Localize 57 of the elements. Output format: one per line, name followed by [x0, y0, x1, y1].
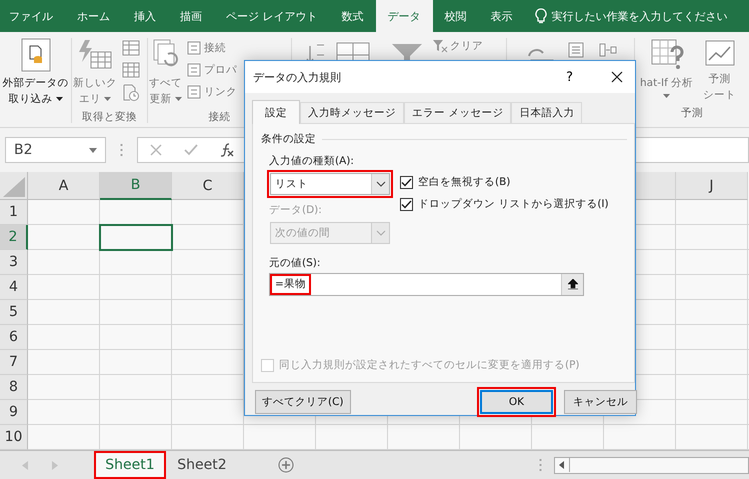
- ribbon-tab[interactable]: 校閲: [432, 0, 478, 32]
- ok-button[interactable]: OK: [480, 390, 553, 414]
- dialog-tab[interactable]: エラー メッセージ: [404, 102, 512, 123]
- dialog-tab[interactable]: 入力時メッセージ: [300, 102, 404, 123]
- row-header[interactable]: 3: [0, 250, 28, 275]
- allow-dropdown[interactable]: リスト: [270, 173, 390, 195]
- row-header[interactable]: 8: [0, 375, 28, 400]
- get-external-data-button[interactable]: 外部データの 取り込み: [0, 38, 71, 107]
- sheet-tab[interactable]: Sheet2: [166, 451, 238, 479]
- checkbox-label: 同じ入力規則が設定されたすべてのセルに変更を適用する(P): [279, 358, 580, 372]
- help-button[interactable]: ?: [562, 70, 577, 84]
- tell-me-field[interactable]: 実行したい作業を入力してください: [524, 0, 728, 32]
- dialog-tab[interactable]: 設定: [252, 100, 300, 124]
- name-box[interactable]: B2: [5, 137, 106, 163]
- section-heading: 条件の設定: [261, 132, 316, 146]
- column-header[interactable]: C: [172, 172, 244, 200]
- row-header[interactable]: 4: [0, 275, 28, 300]
- ribbon-small-button[interactable]: プロパ: [187, 62, 237, 78]
- field-label: データ(D):: [268, 203, 323, 218]
- ribbon-tab[interactable]: 表示: [478, 0, 524, 32]
- row-header[interactable]: 9: [0, 400, 28, 425]
- ribbon-small-button[interactable]: 接続: [187, 40, 237, 56]
- row-header[interactable]: 5: [0, 300, 28, 325]
- new-query-button[interactable]: 新しいク エリ: [72, 38, 118, 107]
- column-header[interactable]: B: [100, 172, 172, 200]
- group-label: 取得と変換: [82, 110, 137, 125]
- ribbon-tab[interactable]: ファイル: [0, 0, 65, 32]
- dialog-tab[interactable]: 日本語入力: [511, 102, 582, 123]
- row-header[interactable]: 7: [0, 350, 28, 375]
- cancel-button[interactable]: キャンセル: [564, 390, 637, 414]
- column-header[interactable]: A: [28, 172, 100, 200]
- checkbox-label: ドロップダウン リストから選択する(I): [418, 197, 609, 211]
- source-field[interactable]: =果物: [269, 273, 584, 296]
- group-label: 接続: [208, 110, 230, 125]
- sheet-tab[interactable]: Sheet1: [94, 451, 166, 479]
- field-label: 元の値(S):: [268, 256, 322, 271]
- clear-filter-button[interactable]: クリア: [432, 38, 483, 54]
- refresh-all-button[interactable]: すべて 更新: [148, 38, 183, 107]
- row-header[interactable]: 1: [0, 200, 28, 225]
- ribbon-tab[interactable]: 数式: [330, 0, 376, 32]
- group-label: 予測: [681, 106, 703, 121]
- dialog-title: データの入力規則: [253, 70, 342, 84]
- row-header[interactable]: 6: [0, 325, 28, 350]
- ribbon-small-button[interactable]: リンク: [187, 84, 237, 100]
- column-header[interactable]: J: [676, 172, 748, 200]
- ribbon-tab[interactable]: データ: [376, 0, 432, 32]
- ribbon-tab[interactable]: 挿入: [122, 0, 168, 32]
- ribbon-tab[interactable]: ページ レイアウト: [214, 0, 330, 32]
- ribbon-tab[interactable]: 描画: [168, 0, 214, 32]
- ribbon-tab[interactable]: ホーム: [65, 0, 122, 32]
- forecast-sheet-button[interactable]: 予測 シート: [702, 38, 738, 103]
- field-label: 入力値の種類(A):: [268, 154, 355, 169]
- clear-all-button[interactable]: すべてクリア(C): [255, 390, 351, 414]
- row-header[interactable]: 2: [0, 225, 28, 250]
- row-header[interactable]: 10: [0, 425, 28, 450]
- what-if-button[interactable]: hat-If 分析: [639, 38, 694, 103]
- checkbox-label: 空白を無視する(B): [418, 175, 510, 189]
